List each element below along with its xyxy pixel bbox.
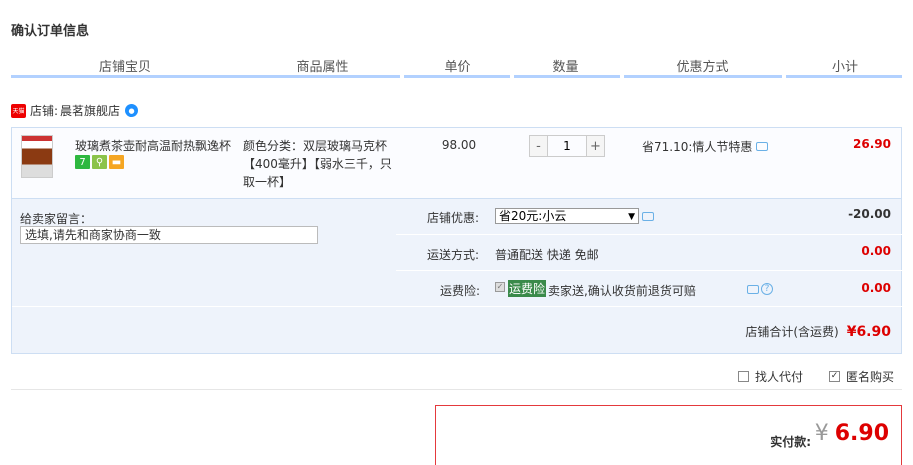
qty-decrement-button[interactable]: - (529, 135, 548, 157)
insurance-checkbox[interactable]: ✓ (495, 282, 505, 292)
message-input[interactable]: 选填,请先和商家协商一致 (20, 226, 318, 244)
col-header-price: 单价 (444, 60, 471, 75)
col-header-attr: 商品属性 (296, 60, 349, 75)
promo-info-icon[interactable] (756, 142, 769, 151)
payment-label: 实付款: (770, 435, 811, 449)
shop-row: 天猫 店铺: 晨茗旗舰店 ● (11, 102, 139, 119)
chevron-down-icon: ▼ (628, 212, 635, 222)
shop-total: 店铺合计(含运费) ¥6.90 (745, 323, 891, 340)
anonymous-option[interactable]: ✓ 匿名购买 (829, 368, 894, 385)
header-bar (404, 75, 510, 78)
shop-discount-select[interactable]: 省20元:小云 ▼ (495, 208, 639, 224)
header-bar (11, 75, 400, 78)
proxy-pay-option[interactable]: 找人代付 (738, 368, 803, 385)
shop-total-label: 店铺合计(含运费) (745, 325, 839, 339)
discount-info-icon[interactable] (642, 212, 654, 221)
quantity-stepper: - 1 + (529, 135, 605, 157)
divider (396, 270, 902, 271)
page-title: 确认订单信息 (11, 24, 90, 39)
order-options: 给卖家留言： 选填,请先和商家协商一致 店铺优惠: 省20元:小云 ▼ -20.… (11, 199, 903, 354)
proxy-pay-checkbox[interactable] (738, 371, 749, 382)
proxy-pay-label: 找人代付 (755, 370, 804, 384)
promotion-text: 省71.10:情人节特惠 (642, 140, 753, 154)
service-badges: 7 ⚲ ▬ (75, 155, 124, 169)
product-attributes: 颜色分类：双层玻璃马克杯 【400毫升】【弱水三千，只取一杯】 (243, 137, 398, 191)
shipping-method: 普通配送 快递 免邮 (495, 248, 599, 262)
divider (11, 389, 902, 390)
currency-symbol: ¥ (814, 421, 829, 446)
header-bar (514, 75, 620, 78)
shipping-amount: 0.00 (861, 244, 891, 258)
shop-prefix: 店铺: (30, 104, 59, 118)
attr-line-1: 颜色分类：双层玻璃马克杯 (243, 139, 388, 153)
divider (12, 306, 903, 307)
insurance-info-icon[interactable] (747, 285, 759, 294)
shop-discount-value: 省20元:小云 (499, 209, 567, 223)
insurance-desc: 卖家送,确认收货前退货可赔 (548, 284, 696, 298)
insurance-label: 运费险: (440, 284, 481, 298)
payment-amount: ¥6.90 (815, 421, 889, 446)
divider (396, 234, 902, 235)
product-title-link[interactable]: 玻璃煮茶壶耐高温耐热飘逸杯 (75, 137, 235, 154)
qty-input[interactable]: 1 (548, 135, 586, 157)
col-header-qty: 数量 (552, 60, 579, 75)
header-bar (624, 75, 782, 78)
shop-discount-amount: -20.00 (848, 207, 891, 221)
seven-day-return-icon[interactable]: 7 (75, 155, 90, 169)
guarantee-icon[interactable]: ⚲ (92, 155, 107, 169)
col-header-subtotal: 小计 (831, 60, 858, 75)
payment-value: 6.90 (834, 421, 889, 446)
item-subtotal: 26.90 (853, 137, 891, 151)
header-bar (786, 75, 902, 78)
card-payment-icon[interactable]: ▬ (109, 155, 124, 169)
item-promotion: 省71.10:情人节特惠 (642, 138, 769, 155)
anonymous-checkbox[interactable]: ✓ (829, 371, 840, 382)
shipping-label: 运送方式: (427, 248, 480, 262)
col-header-item: 店铺宝贝 (98, 60, 151, 75)
payment-summary: 实付款: ¥6.90 (435, 405, 902, 465)
help-icon[interactable]: ? (761, 283, 773, 295)
unit-price: 98.00 (441, 138, 477, 152)
product-thumbnail[interactable] (21, 135, 53, 178)
shop-discount-label: 店铺优惠: (427, 211, 480, 225)
insurance-tag: 运费险 (508, 280, 547, 297)
tmall-icon: 天猫 (11, 103, 26, 118)
qty-increment-button[interactable]: + (586, 135, 605, 157)
message-label: 给卖家留言： (20, 212, 93, 226)
shop-total-value: ¥6.90 (846, 324, 891, 340)
shop-name-link[interactable]: 晨茗旗舰店 (60, 102, 120, 119)
col-header-promo: 优惠方式 (676, 60, 729, 75)
anonymous-label: 匿名购买 (846, 370, 895, 384)
wangwang-chat-icon[interactable]: ● (125, 104, 139, 117)
attr-line-2: 【400毫升】【弱水三千，只取一杯】 (243, 157, 392, 189)
order-item-row: 玻璃煮茶壶耐高温耐热飘逸杯 7 ⚲ ▬ 颜色分类：双层玻璃马克杯 【400毫升】… (11, 127, 902, 199)
insurance-amount: 0.00 (861, 281, 891, 295)
